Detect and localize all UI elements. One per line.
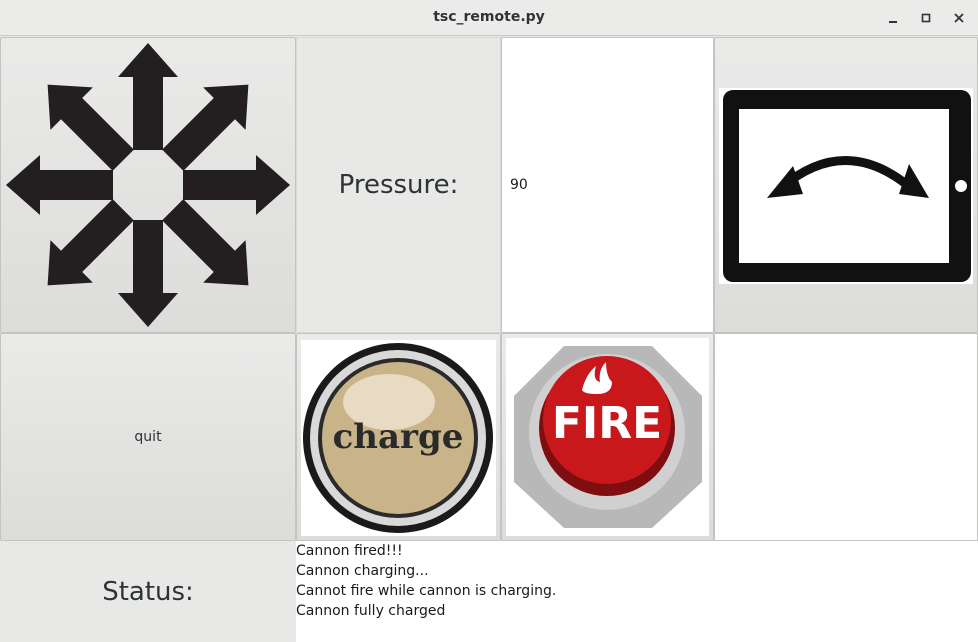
status-line: Cannon charging... <box>296 563 429 579</box>
fire-button-icon: FIRE <box>506 338 709 536</box>
close-icon[interactable] <box>949 8 969 28</box>
quit-label: quit <box>134 429 162 445</box>
fire-button[interactable]: FIRE <box>501 333 714 541</box>
title-bar: tsc_remote.py <box>0 0 978 36</box>
pressure-value: 90 <box>510 177 528 193</box>
fire-label: FIRE <box>552 398 662 449</box>
charge-label: charge <box>333 417 464 457</box>
status-log: Cannon fired!!! Cannon charging... Canno… <box>296 541 978 642</box>
minimize-icon[interactable] <box>883 8 903 28</box>
tablet-rotate-icon <box>719 88 973 284</box>
status-line: Cannon fully charged <box>296 603 446 619</box>
pressure-field[interactable]: 90 <box>501 37 714 333</box>
move-button[interactable] <box>0 37 296 333</box>
tilt-button[interactable] <box>714 37 978 333</box>
status-line: Cannon fired!!! <box>296 543 403 559</box>
eight-direction-arrows-icon <box>6 43 290 327</box>
maximize-icon[interactable] <box>916 8 936 28</box>
window-title: tsc_remote.py <box>433 9 545 25</box>
charge-button-icon: charge <box>301 340 496 536</box>
quit-button[interactable]: quit <box>0 333 296 541</box>
empty-panel <box>714 333 978 541</box>
charge-button[interactable]: charge <box>296 333 501 541</box>
pressure-label: Pressure: <box>296 37 501 333</box>
status-label: Status: <box>0 541 296 642</box>
status-line: Cannot fire while cannon is charging. <box>296 583 557 599</box>
